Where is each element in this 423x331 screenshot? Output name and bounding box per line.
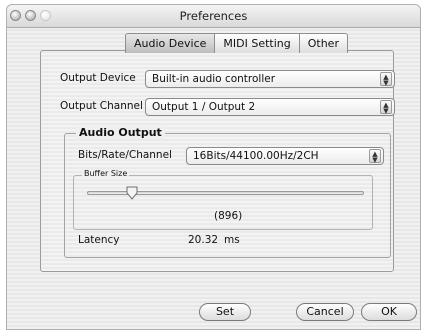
slider-thumb-icon[interactable] <box>126 186 138 200</box>
updown-arrows-icon: ▲ ▼ <box>380 72 392 87</box>
latency-label: Latency <box>78 234 120 246</box>
updown-arrows-icon: ▲ ▼ <box>380 100 392 115</box>
output-channel-label: Output Channel <box>60 100 143 112</box>
cancel-button[interactable]: Cancel <box>296 303 354 321</box>
window-title: Preferences <box>179 9 248 23</box>
bits-rate-channel-value: 16Bits/44100.00Hz/2CH <box>193 150 319 162</box>
audio-output-title: Audio Output <box>76 126 165 139</box>
updown-arrows-icon: ▲ ▼ <box>369 149 381 164</box>
bits-rate-channel-popup[interactable]: 16Bits/44100.00Hz/2CH ▲ ▼ <box>186 147 384 165</box>
bits-rate-channel-label: Bits/Rate/Channel <box>78 149 172 161</box>
tab-other[interactable]: Other <box>298 33 348 53</box>
buffer-size-title: Buffer Size <box>82 169 130 178</box>
tab-bar: Audio Device MIDI Setting Other <box>125 33 348 55</box>
latency-unit: ms <box>224 234 240 246</box>
output-device-value: Built-in audio controller <box>152 73 276 85</box>
tab-audio-device[interactable]: Audio Device <box>125 33 216 53</box>
ok-button[interactable]: OK <box>361 303 417 321</box>
output-channel-popup[interactable]: Output 1 / Output 2 ▲ ▼ <box>145 98 395 116</box>
output-device-popup[interactable]: Built-in audio controller ▲ ▼ <box>145 70 395 88</box>
latency-value: 20.32 <box>188 234 219 246</box>
set-button[interactable]: Set <box>199 303 251 321</box>
title-bar: Preferences <box>7 5 420 28</box>
buffer-size-value: (896) <box>214 210 243 222</box>
output-device-label: Output Device <box>60 72 136 84</box>
tab-midi-setting[interactable]: MIDI Setting <box>214 33 300 53</box>
output-channel-value: Output 1 / Output 2 <box>152 101 256 113</box>
